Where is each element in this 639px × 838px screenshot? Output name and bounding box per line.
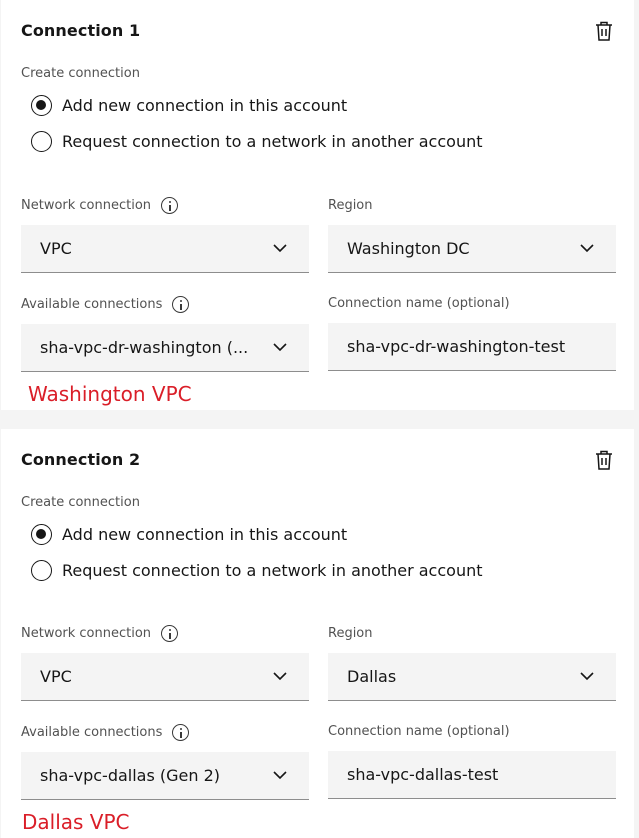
annotation-text: Washington VPC: [28, 382, 192, 406]
network-connection-select[interactable]: VPC: [21, 653, 309, 701]
connection-card-2: Connection 2 Create connection Add new c…: [1, 429, 634, 838]
chevron-down-icon: [580, 672, 594, 681]
available-connections-label-text: Available connections: [21, 297, 163, 312]
radio-add-new-connection[interactable]: Add new connection in this account: [31, 93, 347, 117]
chevron-down-icon: [273, 771, 287, 780]
chevron-down-icon: [273, 343, 287, 352]
create-connection-label: Create connection: [21, 495, 140, 510]
connection-name-label: Connection name (optional): [328, 296, 510, 311]
information-icon[interactable]: [172, 724, 190, 741]
network-connection-select[interactable]: VPC: [21, 225, 309, 273]
region-select[interactable]: Dallas: [328, 653, 616, 701]
connection-name-value: sha-vpc-dallas-test: [347, 765, 499, 784]
radio-label: Add new connection in this account: [62, 95, 348, 115]
chevron-down-icon: [580, 244, 594, 253]
available-connections-label-text: Available connections: [21, 725, 163, 740]
connection-card-1: Connection 1 Create connection Add new c…: [1, 0, 634, 410]
annotation-text: Dallas VPC: [22, 810, 130, 834]
connection-title: Connection 2: [21, 450, 141, 469]
chevron-down-icon: [273, 244, 287, 253]
radio-selected-icon: [31, 523, 52, 545]
region-label: Region: [328, 198, 373, 213]
available-connections-value: sha-vpc-dallas (Gen 2): [40, 766, 221, 785]
radio-request-connection[interactable]: Request connection to a network in anoth…: [31, 129, 483, 153]
connection-name-input[interactable]: sha-vpc-dallas-test: [328, 751, 616, 799]
chevron-down-icon: [273, 672, 287, 681]
connection-name-input[interactable]: sha-vpc-dr-washington-test: [328, 323, 616, 371]
connection-name-label: Connection name (optional): [328, 724, 510, 739]
region-label-text: Region: [328, 626, 373, 641]
radio-selected-icon: [31, 94, 52, 116]
trash-can-icon[interactable]: [594, 449, 614, 471]
radio-unselected-icon: [31, 559, 52, 581]
information-icon[interactable]: [161, 197, 179, 214]
radio-label: Add new connection in this account: [62, 524, 348, 544]
region-value: Washington DC: [347, 239, 470, 258]
region-select[interactable]: Washington DC: [328, 225, 616, 273]
radio-add-new-connection[interactable]: Add new connection in this account: [31, 522, 347, 546]
network-connection-label-text: Network connection: [21, 198, 152, 213]
radio-request-connection[interactable]: Request connection to a network in anoth…: [31, 558, 483, 582]
region-label: Region: [328, 626, 373, 641]
available-connections-select[interactable]: sha-vpc-dallas (Gen 2): [21, 752, 309, 800]
network-connection-label: Network connection: [21, 197, 179, 214]
radio-label: Request connection to a network in anoth…: [62, 131, 483, 151]
connection-name-label-text: Connection name (optional): [328, 724, 510, 739]
available-connections-value: sha-vpc-dr-washington (...: [40, 338, 249, 357]
network-connection-value: VPC: [40, 239, 72, 258]
connection-name-label-text: Connection name (optional): [328, 296, 510, 311]
available-connections-label: Available connections: [21, 296, 190, 313]
connection-name-value: sha-vpc-dr-washington-test: [347, 337, 566, 356]
information-icon[interactable]: [172, 296, 190, 313]
network-connection-label-text: Network connection: [21, 626, 152, 641]
connection-title: Connection 1: [21, 21, 141, 40]
region-value: Dallas: [347, 667, 397, 686]
region-label-text: Region: [328, 198, 373, 213]
create-connection-label: Create connection: [21, 66, 140, 81]
network-connection-label: Network connection: [21, 625, 179, 642]
trash-can-icon[interactable]: [594, 20, 614, 42]
radio-unselected-icon: [31, 130, 52, 152]
available-connections-select[interactable]: sha-vpc-dr-washington (...: [21, 324, 309, 372]
information-icon[interactable]: [161, 625, 179, 642]
available-connections-label: Available connections: [21, 724, 190, 741]
network-connection-value: VPC: [40, 667, 72, 686]
radio-label: Request connection to a network in anoth…: [62, 560, 483, 580]
